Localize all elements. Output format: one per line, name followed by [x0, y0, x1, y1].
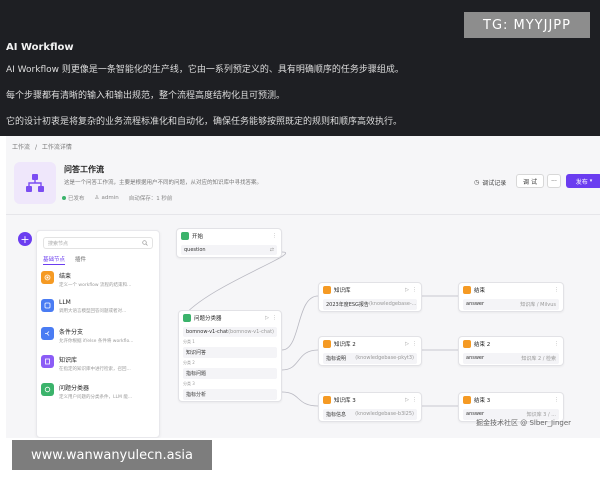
node-end-1[interactable]: 结束 ⋮ answer 知识库 / Milvus — [458, 282, 564, 312]
search-icon — [142, 240, 148, 248]
knowledge-base-icon — [323, 286, 331, 294]
node-menu-icon[interactable]: ⋮ — [272, 233, 277, 239]
node-menu-icon[interactable]: ⋮ — [554, 397, 559, 403]
node-menu-icon[interactable]: ⋮ — [554, 341, 559, 347]
add-node-button[interactable]: + — [18, 232, 32, 246]
node-knowledge-base-2[interactable]: 知识库 2 ▷ ⋮ 指标说明 (knowledgebase-pkyt3) — [318, 336, 422, 366]
publish-button[interactable]: 发布 ▾ — [566, 174, 600, 188]
palette-item-classifier[interactable]: 问题分类器 定义用户问题的分类条件，LLM 能... — [41, 383, 157, 409]
workflow-description: 这是一个问答工作流，主要是根据用户不同的问题，从对应的知识库中寻找答案。 — [64, 180, 263, 186]
palette-item-knowledge-base[interactable]: 知识库 在指定的知识库中进行检索，召回... — [41, 355, 157, 381]
end-icon — [463, 340, 471, 348]
workflow-editor: 工作流 / 工作流详情 问答工作流 这是一个问答工作流，主要是根据用户不同的问题… — [6, 136, 600, 438]
workflow-name: 问答工作流 — [64, 165, 104, 174]
classifier-model: bomnow-v1-chat (bomnow-v1-chat) — [183, 327, 277, 337]
article-paragraph-3: 它的设计初衷是将复杂的业务流程标准化和自动化，确保任务能够按照既定的规则和顺序高… — [6, 117, 403, 127]
end-icon — [463, 286, 471, 294]
node-menu-icon[interactable]: ⋮ — [412, 341, 417, 347]
class-1-label: 分类 1 — [183, 339, 195, 344]
breadcrumb: 工作流 / 工作流详情 — [12, 142, 75, 151]
node-question-classifier[interactable]: 问题分类器 ▷ ⋮ bomnow-v1-chat (bomnow-v1-chat) 分… — [178, 310, 282, 402]
class-2: 指标问题 — [183, 368, 277, 379]
palette-item-end[interactable]: 结束 定义一个 workflow 流程的结束和... — [41, 271, 157, 297]
header-divider — [6, 214, 600, 215]
palette-item-llm[interactable]: LLM 调用大语言模型回答问题或者对... — [41, 299, 157, 325]
class-1: 知识问答 — [183, 347, 277, 358]
kb1-row: 2023年度ESG报告 (knowledgebase-... — [323, 299, 417, 310]
chevron-down-icon: ▾ — [589, 178, 593, 184]
published-dot-icon — [62, 196, 66, 200]
tab-basic-nodes[interactable]: 基础节点 — [43, 255, 66, 265]
node-menu-icon[interactable]: ⋮ — [412, 287, 417, 293]
breadcrumb-current: 工作流详情 — [41, 144, 72, 151]
workflow-meta: 已发布 ♙ admin 自动保存：1 秒前 — [62, 194, 172, 202]
play-icon[interactable]: ▷ — [405, 287, 409, 293]
user-icon: ♙ — [94, 195, 100, 201]
start-icon — [181, 232, 189, 240]
node-knowledge-base-3[interactable]: 知识库 3 ▷ ⋮ 指标信息 (knowledgebase-b3l25) — [318, 392, 422, 422]
article-paragraph-2: 每个步骤都有清晰的输入和输出规范，整个流程高度结构化且可预测。 — [6, 91, 286, 101]
more-button[interactable]: ··· — [547, 174, 561, 188]
breadcrumb-separator: / — [34, 144, 37, 151]
node-knowledge-base-1[interactable]: 知识库 ▷ ⋮ 2023年度ESG报告 (knowledgebase-... — [318, 282, 422, 312]
knowledge-base-icon — [323, 340, 331, 348]
palette-item-condition[interactable]: 条件分支 允许你根据 if/else 条件将 workflo... — [41, 327, 157, 353]
class-2-label: 分类 2 — [183, 360, 195, 365]
start-field: question ⇄ — [181, 245, 277, 255]
class-3: 指标分析 — [183, 389, 277, 400]
debug-log-link[interactable]: ◷ 调试记录 — [474, 178, 506, 187]
kb3-row: 指标信息 (knowledgebase-b3l25) — [323, 409, 417, 420]
knowledge-base-icon — [41, 355, 54, 368]
classifier-icon — [183, 314, 191, 322]
node-palette: 搜索节点 基础节点 插件 结束 定义一个 workflow 流程的结束和... L… — [36, 230, 160, 438]
palette-tabs: 基础节点 插件 — [43, 255, 86, 265]
community-watermark: 掘金技术社区 @ Slber_Jinger — [476, 419, 572, 427]
node-search-input[interactable]: 搜索节点 — [43, 237, 153, 249]
play-icon[interactable]: ▷ — [405, 341, 409, 347]
branch-node-icon — [41, 327, 54, 340]
article-title: AI Workflow — [6, 42, 74, 53]
end-node-icon — [41, 271, 54, 284]
end2-row: answer 知识库 2 / 检索 — [463, 353, 559, 364]
article-paragraph-1: AI Workflow 则更像是一条智能化的生产线，它由一系列预定义的、具有明确… — [6, 65, 404, 75]
workflow-icon — [14, 162, 56, 204]
end1-row: answer 知识库 / Milvus — [463, 299, 559, 310]
node-end-2[interactable]: 结束 2 ⋮ answer 知识库 2 / 检索 — [458, 336, 564, 366]
autosave-status: 自动保存：1 秒前 — [128, 196, 173, 202]
play-icon[interactable]: ▷ — [405, 397, 409, 403]
node-menu-icon[interactable]: ⋮ — [272, 315, 277, 321]
class-3-label: 分类 3 — [183, 381, 195, 386]
kb2-row: 指标说明 (knowledgebase-pkyt3) — [323, 353, 417, 364]
node-start[interactable]: 开始 ⋮ question ⇄ — [176, 228, 282, 258]
node-menu-icon[interactable]: ⋮ — [412, 397, 417, 403]
palette-node-list: 结束 定义一个 workflow 流程的结束和... LLM 调用大语言模型回答问题… — [41, 271, 157, 411]
play-icon[interactable]: ▷ — [265, 315, 269, 321]
breadcrumb-root[interactable]: 工作流 — [12, 144, 30, 151]
classifier-node-icon — [41, 383, 54, 396]
status-badge: 已发布 — [62, 194, 85, 202]
end-icon — [463, 396, 471, 404]
debug-button[interactable]: 调 试 — [516, 174, 544, 188]
knowledge-base-icon — [323, 396, 331, 404]
tab-plugins[interactable]: 插件 — [75, 255, 86, 265]
clock-icon: ◷ — [474, 179, 480, 186]
site-watermark-badge: www.wanwanyulecn.asia — [12, 440, 212, 470]
llm-node-icon — [41, 299, 54, 312]
tg-watermark-badge: TG: MYYJJPP — [464, 12, 590, 38]
owner: ♙ admin — [94, 195, 119, 201]
node-menu-icon[interactable]: ⋮ — [554, 287, 559, 293]
